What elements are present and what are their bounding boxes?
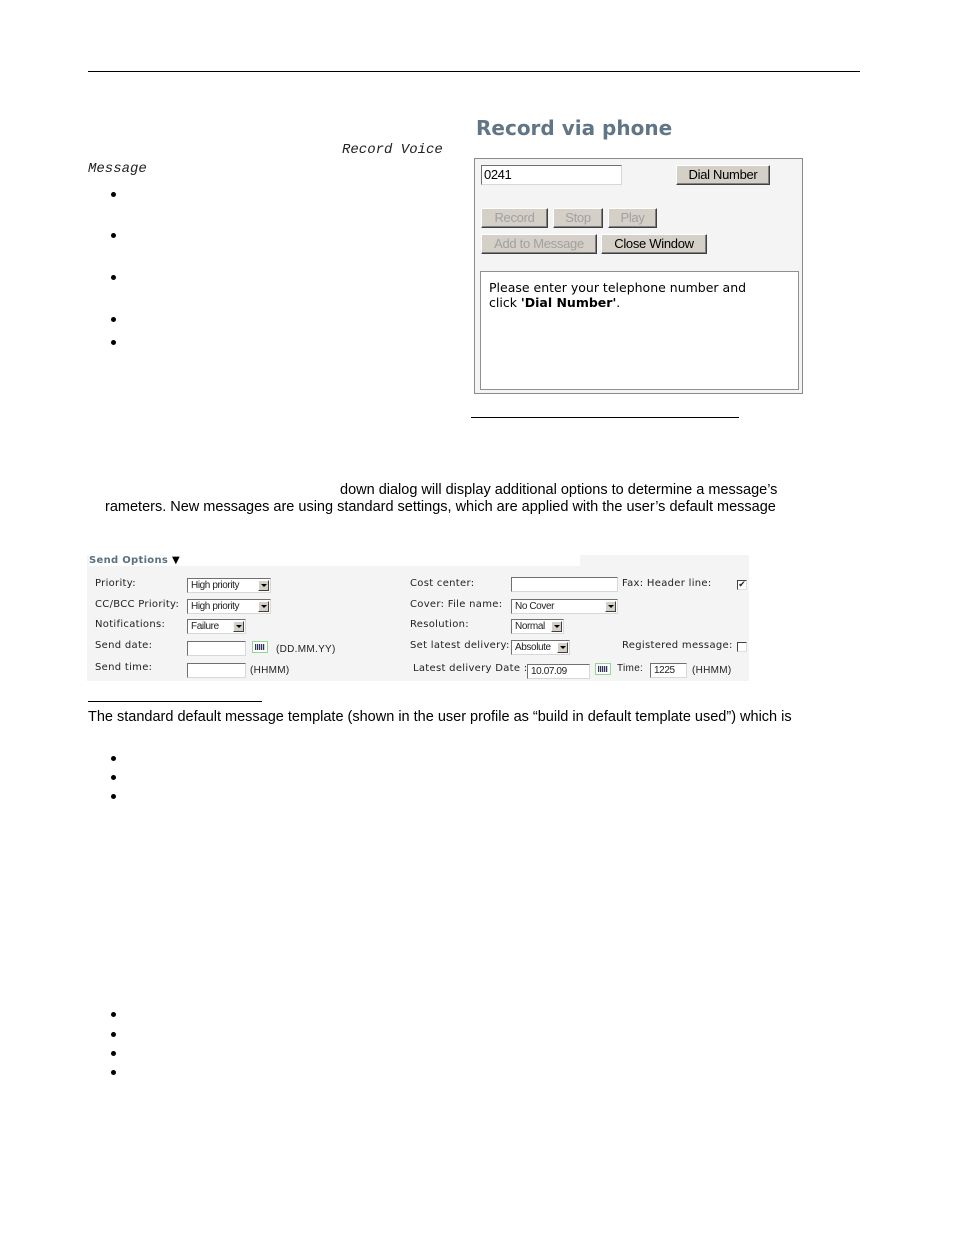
latest-delivery-label: Set latest delivery:	[410, 640, 510, 651]
bullet	[111, 233, 116, 238]
bullet	[111, 340, 116, 345]
send-date-label: Send date:	[95, 640, 153, 651]
send-time-input[interactable]	[187, 663, 246, 678]
resolution-value: Normal	[515, 621, 545, 632]
fax-header-checkbox[interactable]: ✔	[737, 580, 747, 590]
bullet	[111, 756, 116, 761]
chevron-down-icon	[551, 621, 562, 632]
status-message-text: .	[616, 295, 621, 310]
add-to-message-button[interactable]: Add to Message	[481, 234, 597, 254]
status-message-bold: 'Dial Number'	[520, 295, 617, 310]
send-date-input[interactable]	[187, 641, 246, 656]
bullet	[111, 775, 116, 780]
record-via-phone-panel: 0241 Dial Number Record Stop Play Add to…	[474, 158, 803, 394]
ccbcc-priority-select[interactable]: High priority	[187, 599, 271, 614]
paragraph-line: rameters. New messages are using standar…	[105, 499, 776, 515]
resolution-select[interactable]: Normal	[511, 619, 564, 634]
phone-number-input[interactable]: 0241	[481, 165, 622, 185]
chevron-down-icon	[258, 601, 269, 612]
notifications-select[interactable]: Failure	[187, 619, 246, 634]
document-page: Record Voice Message Record via phone 02…	[0, 0, 954, 1235]
inline-code: Message	[88, 161, 147, 177]
stop-button[interactable]: Stop	[553, 208, 603, 228]
status-message-line: Please enter your telephone number and	[489, 280, 747, 295]
cover-value: No Cover	[515, 601, 555, 612]
send-options-toggle[interactable]: Send Options ▼	[89, 555, 580, 566]
inline-code: Record Voice	[342, 142, 443, 158]
caption-rule	[471, 417, 739, 418]
play-button[interactable]: Play	[608, 208, 657, 228]
bullet	[111, 317, 116, 322]
chevron-down-icon	[605, 601, 616, 612]
bullet	[111, 192, 116, 197]
record-via-phone-title: Record via phone	[476, 116, 673, 140]
close-window-button[interactable]: Close Window	[601, 234, 707, 254]
cost-center-label: Cost center:	[410, 578, 475, 589]
latest-delivery-date-label: Latest delivery Date :	[413, 663, 528, 674]
paragraph-line: The standard default message template (s…	[88, 709, 792, 725]
priority-value: High priority	[191, 580, 240, 591]
triangle-down-icon: ▼	[171, 555, 180, 566]
send-date-format: (DD.MM.YY)	[276, 644, 336, 655]
send-options-panel: Send Options ▼ Priority: High priority C…	[87, 555, 749, 681]
bullet	[111, 794, 116, 799]
paragraph-line: down dialog will display additional opti…	[340, 482, 778, 498]
chevron-down-icon	[233, 621, 244, 632]
bullet	[111, 1070, 116, 1075]
header-rule	[88, 71, 860, 72]
send-options-header: Send Options	[89, 555, 169, 566]
status-message-text: click	[489, 295, 521, 310]
bullet	[111, 275, 116, 280]
priority-label: Priority:	[95, 578, 136, 589]
cover-select[interactable]: No Cover	[511, 599, 618, 614]
send-time-label: Send time:	[95, 662, 153, 673]
time-format: (HHMM)	[692, 665, 732, 676]
notifications-label: Notifications:	[95, 619, 166, 630]
status-message-box: Please enter your telephone number and c…	[480, 271, 799, 390]
latest-delivery-value: Absolute	[515, 642, 551, 653]
priority-select[interactable]: High priority	[187, 578, 271, 593]
notifications-value: Failure	[191, 621, 219, 632]
time-label: Time:	[617, 663, 644, 674]
latest-delivery-select[interactable]: Absolute	[511, 640, 570, 655]
ccbcc-priority-label: CC/BCC Priority:	[95, 599, 180, 610]
send-time-format: (HHMM)	[250, 665, 290, 676]
record-button[interactable]: Record	[481, 208, 548, 228]
calendar-icon[interactable]	[252, 641, 268, 653]
latest-delivery-date-input[interactable]: 10.07.09	[527, 664, 590, 679]
chevron-down-icon	[557, 642, 568, 653]
cost-center-input[interactable]	[511, 577, 618, 592]
dial-number-button[interactable]: Dial Number	[676, 165, 770, 185]
time-input[interactable]: 1225	[650, 663, 687, 678]
bullet	[111, 1032, 116, 1037]
chevron-down-icon	[258, 580, 269, 591]
ccbcc-priority-value: High priority	[191, 601, 240, 612]
caption-rule	[88, 701, 262, 702]
bullet	[111, 1012, 116, 1017]
calendar-icon[interactable]	[595, 663, 611, 675]
fax-header-label: Fax: Header line:	[622, 578, 712, 589]
registered-message-checkbox[interactable]	[737, 642, 747, 652]
bullet	[111, 1051, 116, 1056]
resolution-label: Resolution:	[410, 619, 469, 630]
cover-label: Cover: File name:	[410, 599, 503, 610]
registered-message-label: Registered message:	[622, 640, 733, 651]
